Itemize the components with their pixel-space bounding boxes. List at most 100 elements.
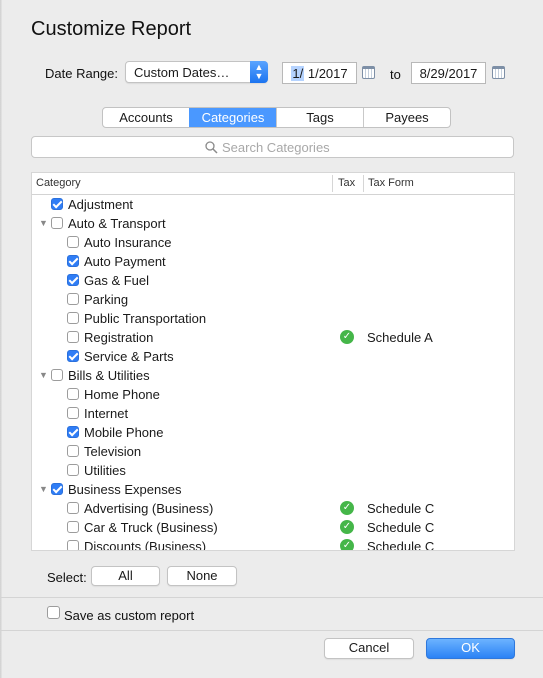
category-name: Auto Payment — [84, 254, 166, 269]
category-checkbox[interactable] — [67, 388, 79, 400]
categories-table: Category Tax Tax Form Adjustment ▼ Auto & … — [31, 172, 515, 551]
tax-checkmark-icon: ✓ — [340, 539, 354, 550]
from-calendar-icon[interactable] — [362, 66, 375, 79]
category-checkbox[interactable] — [67, 540, 79, 550]
to-date-field[interactable]: 8/29/2017 — [411, 62, 486, 84]
category-checkbox[interactable] — [51, 483, 63, 495]
category-row[interactable]: Advertising (Business) ✓ Schedule C — [32, 499, 514, 518]
date-range-select[interactable]: Custom Dates… ▲ ▼ — [125, 61, 268, 83]
category-name: Utilities — [84, 463, 126, 478]
category-name: Adjustment — [68, 197, 134, 212]
disclosure-triangle-icon[interactable]: ▼ — [39, 484, 48, 494]
category-checkbox[interactable] — [51, 217, 63, 229]
disclosure-triangle-icon[interactable]: ▼ — [39, 218, 48, 228]
search-field[interactable]: Search Categories — [31, 136, 514, 158]
category-checkbox[interactable] — [67, 407, 79, 419]
category-checkbox[interactable] — [67, 350, 79, 362]
category-row[interactable]: Registration ✓ Schedule A — [32, 328, 514, 347]
ok-button[interactable]: OK — [426, 638, 515, 659]
category-name: Public Transportation — [84, 311, 207, 326]
category-checkbox[interactable] — [67, 445, 79, 457]
from-date-month[interactable]: 1/ — [291, 66, 305, 81]
from-date-field[interactable]: 1/ 1/2017 — [282, 62, 357, 84]
category-row[interactable]: Car & Truck (Business) ✓ Schedule C — [32, 518, 514, 537]
date-range-value: Custom Dates… — [134, 65, 230, 80]
header-tax-form[interactable]: Tax Form — [368, 177, 414, 189]
to-calendar-icon[interactable] — [492, 66, 505, 79]
tax-form-label: Schedule C — [367, 501, 435, 516]
category-checkbox[interactable] — [67, 255, 79, 267]
group-row[interactable]: ▼ Business Expenses — [32, 480, 514, 499]
group-row[interactable]: ▼ Bills & Utilities — [32, 366, 514, 385]
table-header: Category Tax Tax Form — [32, 173, 514, 195]
category-row[interactable]: Public Transportation — [32, 309, 514, 328]
select-none-button[interactable]: None — [167, 566, 237, 586]
category-checkbox[interactable] — [67, 236, 79, 248]
category-name: Service & Parts — [84, 349, 174, 364]
to-label: to — [390, 67, 401, 82]
tax-form-label: Schedule C — [367, 520, 435, 535]
category-checkbox[interactable] — [67, 331, 79, 343]
category-checkbox[interactable] — [67, 274, 79, 286]
column-divider — [363, 175, 364, 192]
tab-tags[interactable]: Tags — [276, 108, 363, 127]
category-row[interactable]: Gas & Fuel — [32, 271, 514, 290]
category-row[interactable]: Mobile Phone — [32, 423, 514, 442]
select-label: Select: — [47, 570, 87, 585]
header-tax[interactable]: Tax — [338, 177, 355, 189]
category-name: Auto Insurance — [84, 235, 172, 250]
tax-checkmark-icon: ✓ — [340, 501, 354, 515]
category-checkbox[interactable] — [51, 369, 63, 381]
divider — [0, 597, 543, 598]
category-name: Auto & Transport — [68, 216, 166, 231]
category-checkbox[interactable] — [67, 502, 79, 514]
category-row[interactable]: Home Phone — [32, 385, 514, 404]
up-down-arrows-icon: ▲ ▼ — [250, 61, 268, 83]
save-custom-checkbox[interactable] — [47, 606, 60, 619]
category-row[interactable]: Discounts (Business) ✓ Schedule C — [32, 537, 514, 551]
category-name: Mobile Phone — [84, 425, 164, 440]
category-row[interactable]: Parking — [32, 290, 514, 309]
tab-accounts[interactable]: Accounts — [103, 108, 189, 127]
tab-categories[interactable]: Categories — [189, 108, 276, 127]
category-row[interactable]: Internet — [32, 404, 514, 423]
category-name: Car & Truck (Business) — [84, 520, 218, 535]
category-name: Bills & Utilities — [68, 368, 150, 383]
header-category[interactable]: Category — [36, 177, 81, 189]
tab-payees[interactable]: Payees — [363, 108, 450, 127]
category-name: Home Phone — [84, 387, 160, 402]
category-checkbox[interactable] — [67, 293, 79, 305]
category-checkbox[interactable] — [67, 521, 79, 533]
tax-checkmark-icon: ✓ — [340, 520, 354, 534]
date-range-label: Date Range: — [45, 66, 118, 81]
category-name: Television — [84, 444, 142, 459]
filter-tabs: Accounts Categories Tags Payees — [102, 107, 451, 128]
category-checkbox[interactable] — [51, 198, 63, 210]
category-row[interactable]: Auto Insurance — [32, 233, 514, 252]
cancel-button[interactable]: Cancel — [324, 638, 414, 659]
category-name: Discounts (Business) — [84, 539, 207, 551]
category-name: Business Expenses — [68, 482, 182, 497]
search-placeholder: Search Categories — [222, 140, 330, 155]
window-left-edge — [0, 0, 2, 678]
category-row[interactable]: Utilities — [32, 461, 514, 480]
save-custom-label: Save as custom report — [64, 608, 195, 623]
search-icon — [205, 141, 218, 154]
from-date-rest[interactable]: 1/2017 — [304, 66, 348, 81]
category-row[interactable]: Television — [32, 442, 514, 461]
category-row[interactable]: Adjustment — [32, 195, 514, 214]
category-name: Advertising (Business) — [84, 501, 214, 516]
category-checkbox[interactable] — [67, 426, 79, 438]
category-name: Parking — [84, 292, 129, 307]
group-row[interactable]: ▼ Auto & Transport — [32, 214, 514, 233]
category-checkbox[interactable] — [67, 312, 79, 324]
select-all-button[interactable]: All — [91, 566, 160, 586]
category-row[interactable]: Service & Parts — [32, 347, 514, 366]
category-checkbox[interactable] — [67, 464, 79, 476]
divider — [0, 630, 543, 631]
disclosure-triangle-icon[interactable]: ▼ — [39, 370, 48, 380]
category-row[interactable]: Auto Payment — [32, 252, 514, 271]
column-divider — [332, 175, 333, 192]
category-name: Gas & Fuel — [84, 273, 150, 288]
tax-form-label: Schedule C — [367, 539, 435, 551]
